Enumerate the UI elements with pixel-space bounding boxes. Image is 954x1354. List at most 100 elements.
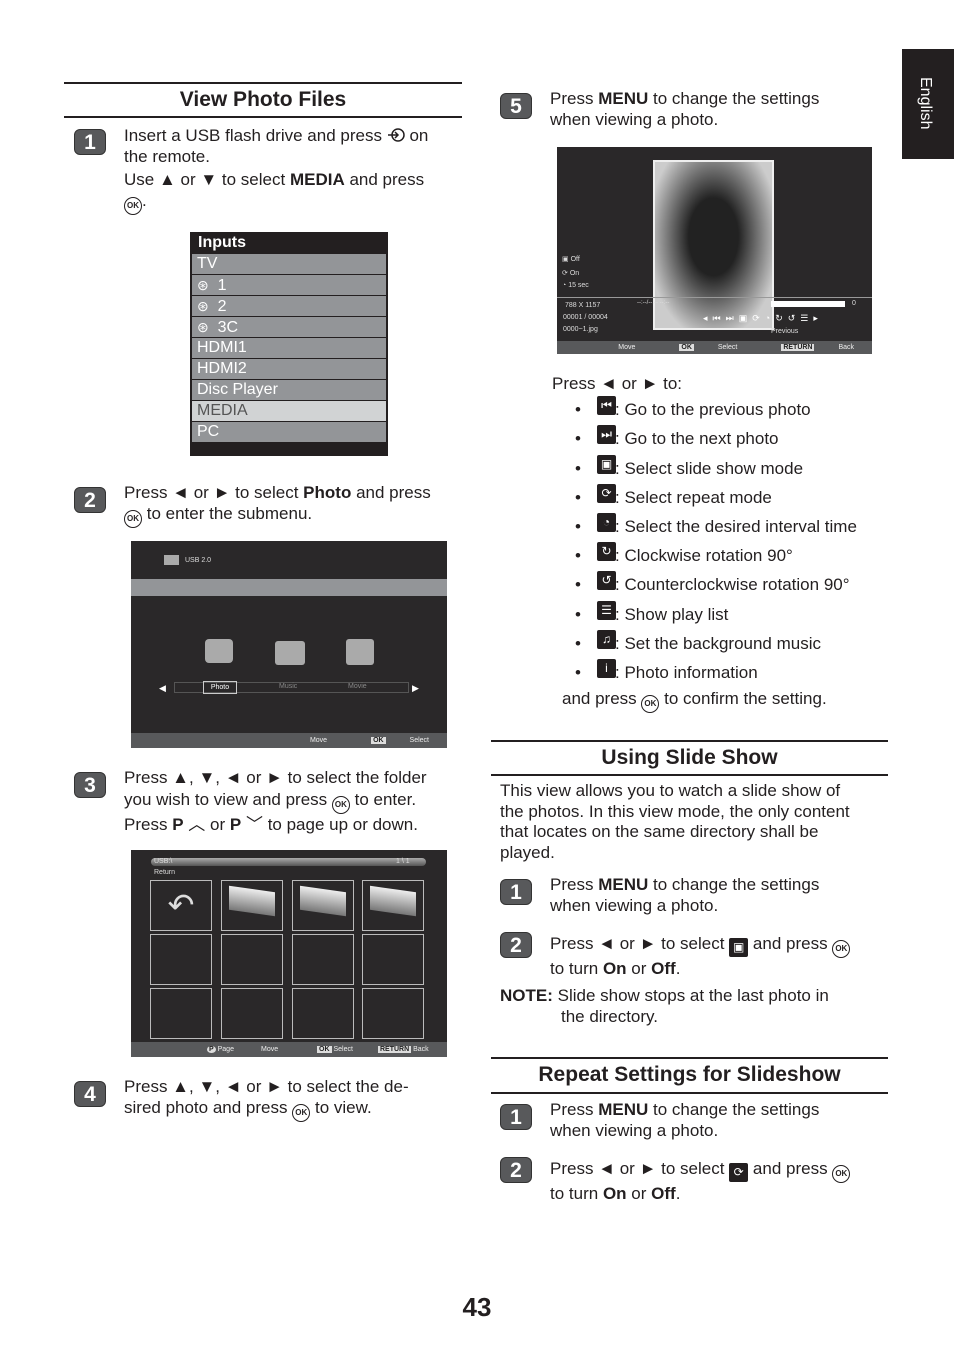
step3-text: Press ▲, ▼, ◄ or ► to select the folder …: [124, 768, 427, 834]
folder-cell[interactable]: [292, 880, 354, 931]
hint-bar: Move OK Select RETURN Back: [557, 341, 872, 354]
page-indicator: 1 \ 1: [396, 858, 410, 865]
slideshow-icon: ▣: [597, 455, 616, 474]
step-badge: 2: [500, 932, 532, 958]
menu-item-hdmi1[interactable]: HDMI1: [192, 338, 386, 358]
camera-icon: [205, 639, 233, 663]
menu-item-hdmi2[interactable]: HDMI2: [192, 359, 386, 379]
menu-item-pc[interactable]: PC: [192, 422, 386, 442]
repeat-step2-text: Press ◄ or ► to select ⟳ and press OK to…: [550, 1158, 851, 1204]
ok-button-icon: OK: [124, 510, 142, 528]
rotate-cw-icon: ↻: [597, 542, 616, 561]
chevron-up-icon: ︿: [188, 814, 206, 834]
clock-icon: ◔: [597, 513, 616, 532]
movie-clapper-icon: [346, 639, 374, 665]
chevron-down-icon: ﹀: [245, 814, 263, 834]
tab-movie[interactable]: Movie: [348, 683, 367, 690]
rotate-ccw-icon: ↺: [597, 571, 616, 590]
music-icon: ♫: [597, 630, 616, 649]
ok-button-icon: OK: [832, 1165, 851, 1183]
tab-music[interactable]: Music: [279, 683, 297, 690]
menu-item-disc-player[interactable]: Disc Player: [192, 380, 386, 400]
time-display: --:--/--:-- --:--: [637, 300, 670, 306]
slideshow-icon: ▣: [729, 938, 749, 957]
right-arrow-icon[interactable]: ▶: [412, 683, 419, 694]
empty-cell: [221, 934, 283, 985]
language-label: English: [917, 77, 934, 130]
menu-item-media[interactable]: MEDIA: [192, 401, 386, 421]
folder-icon: [370, 885, 416, 917]
menu-item-input-2[interactable]: ⊛ 2: [192, 296, 386, 316]
folder-screen: USB:\ 1 \ 1 Return ↶ P Page Move OK Sele…: [131, 850, 447, 1057]
step-badge: 2: [500, 1157, 532, 1183]
empty-cell: [292, 988, 354, 1039]
hint-page: P Page: [207, 1046, 234, 1053]
folder-cell[interactable]: [221, 880, 283, 931]
confirm-text: and press OK to confirm the setting.: [562, 688, 827, 713]
empty-cell: [221, 988, 283, 1039]
menu-item-input-3c[interactable]: ⊛ 3C: [192, 317, 386, 337]
volume-bar: [771, 301, 845, 307]
volume-value: 0: [852, 300, 856, 307]
resolution: 788 X 1157: [565, 302, 601, 309]
empty-cell: [150, 934, 212, 985]
repeat-status: ⟳ On: [562, 270, 580, 277]
ok-button-icon: OK: [331, 795, 350, 814]
return-cell[interactable]: ↶: [150, 880, 212, 931]
step4-text: Press ▲, ▼, ◄ or ► to select the de- sir…: [124, 1076, 464, 1122]
slide-show-description: This view allows you to watch a slide sh…: [500, 781, 850, 863]
empty-cell: [292, 934, 354, 985]
input-source-icon: [387, 128, 405, 142]
photo-image: [653, 160, 774, 330]
ok-button-icon: OK: [292, 1104, 311, 1122]
return-arrow-icon: ↶: [167, 887, 195, 923]
control-tooltip: Previous: [771, 328, 799, 335]
step-badge: 1: [74, 129, 106, 155]
step-badge: 1: [500, 879, 532, 905]
usb-device-label: USB 2.0: [185, 557, 212, 564]
path-label: USB:\: [154, 858, 173, 865]
inputs-menu-title: Inputs: [198, 234, 246, 251]
language-tab: English: [902, 49, 954, 159]
hint-move: Move: [261, 1046, 279, 1053]
press-intro: Press ◄ or ► to:: [552, 374, 683, 393]
file-name: 0000~1.jpg: [563, 326, 598, 333]
return-label: Return: [154, 869, 176, 876]
slideshow-status: ▣ Off: [562, 256, 580, 263]
interval-status: ◔ 15 sec: [562, 282, 589, 289]
music-player-icon: [275, 641, 305, 665]
section-title-view-photo: View Photo Files: [64, 82, 462, 118]
photo-index: 00001 / 00004: [563, 314, 608, 321]
hint-bar: P Page Move OK Select RETURN Back: [131, 1042, 447, 1057]
inputs-menu: Inputs TV ⊛ 1 ⊛ 2 ⊛ 3C HDMI1 HDMI2 Disc …: [190, 232, 388, 456]
repeat-icon: ⟳: [597, 484, 616, 503]
menu-item-tv[interactable]: TV: [192, 254, 386, 274]
step2-text: Press ◄ or ► to select Photo and press O…: [124, 482, 464, 528]
playlist-icon: ☰: [597, 601, 616, 620]
section-title-slide-show: Using Slide Show: [491, 740, 888, 776]
ok-button-icon: OK: [641, 695, 660, 713]
left-arrow-icon[interactable]: ◀: [159, 683, 166, 694]
ok-button-icon: OK: [832, 940, 851, 958]
section-title-repeat: Repeat Settings for Slideshow: [491, 1057, 888, 1094]
photo-screen: ▣ Off ⟳ On ◔ 15 sec 788 X 1157 00001 / 0…: [557, 147, 872, 354]
empty-cell: [362, 988, 424, 1039]
hint-select: OK Select: [317, 1046, 353, 1053]
step1-text: Insert a USB flash drive and press on th…: [124, 125, 464, 215]
media-screen: USB 2.0 ◀ Photo Music Movie ▶ Move OK Sel…: [131, 541, 447, 748]
next-icon: ⏭: [597, 425, 616, 444]
menu-item-input-1[interactable]: ⊛ 1: [192, 275, 386, 295]
folder-cell[interactable]: [362, 880, 424, 931]
folder-icon: [300, 885, 346, 917]
ok-button-icon: OK: [124, 197, 142, 215]
folder-icon: [229, 885, 275, 917]
slide-step1-text: Press MENU to change the settings when vi…: [550, 875, 820, 915]
control-bar[interactable]: ◂⏮⏭▣⟳◔↻↺☰▸: [703, 313, 823, 324]
step-badge: 1: [500, 1104, 532, 1130]
tab-photo[interactable]: Photo: [203, 681, 237, 694]
hint-back: RETURN Back: [378, 1046, 429, 1053]
step-badge: 3: [74, 772, 106, 798]
path-bar: [151, 858, 426, 866]
step-badge: 2: [74, 487, 106, 513]
page-number: 43: [462, 1292, 492, 1322]
